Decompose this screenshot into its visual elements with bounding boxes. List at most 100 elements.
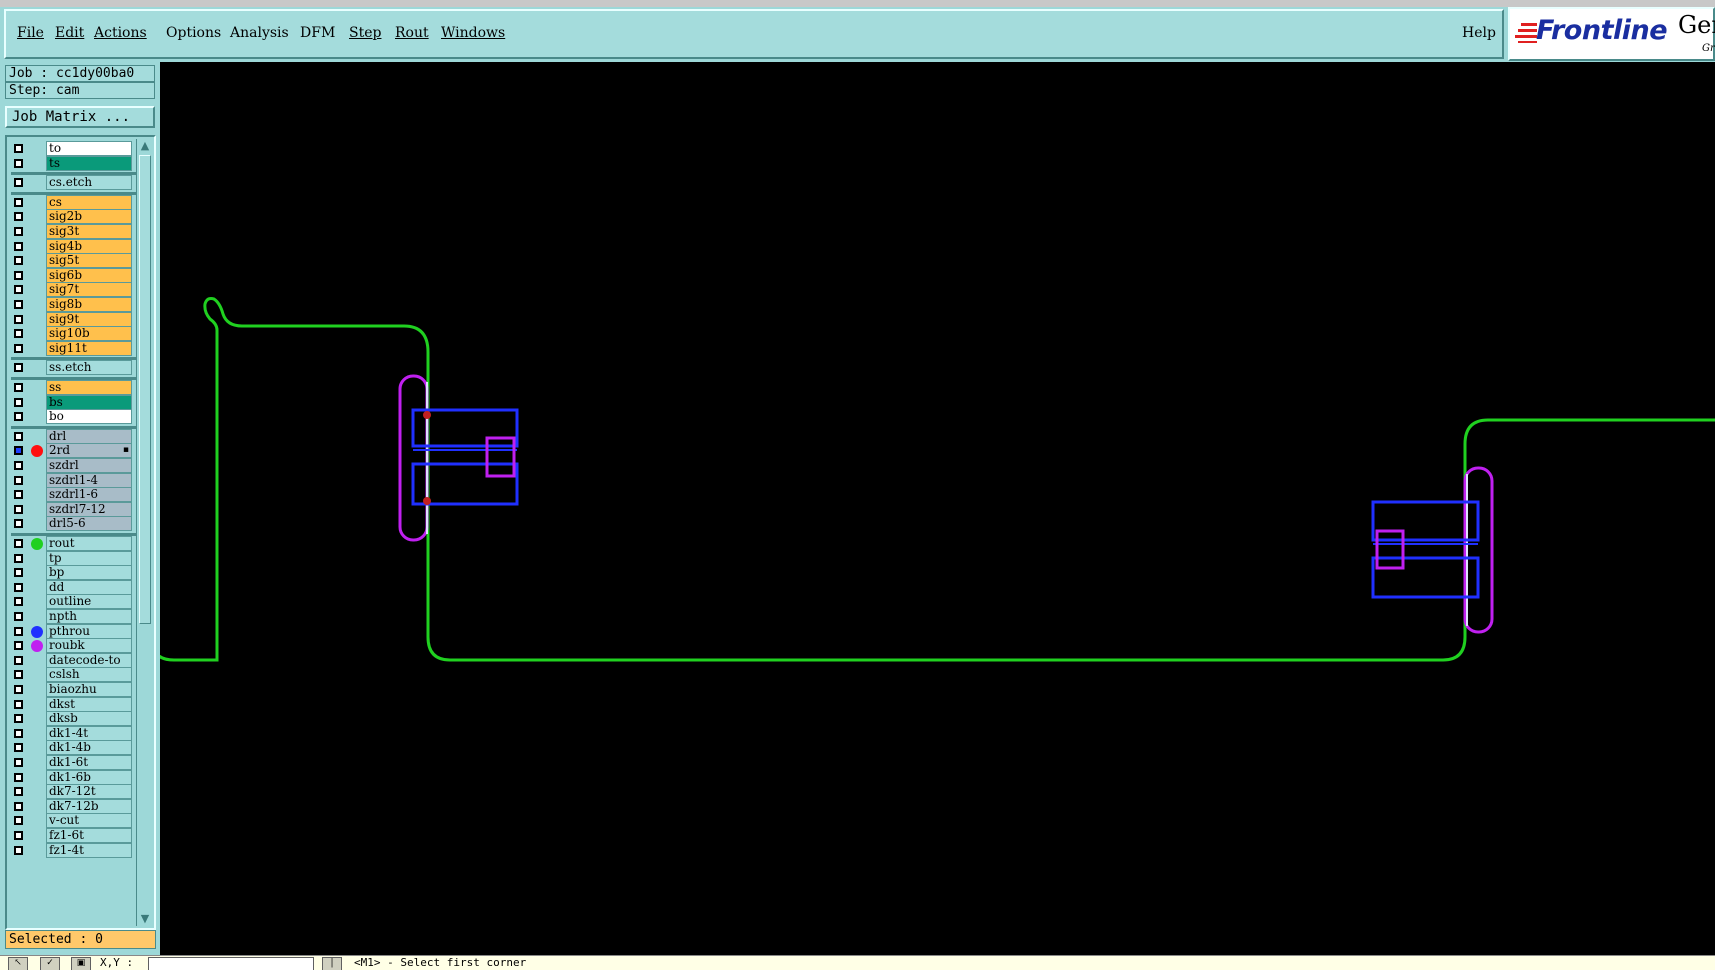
layer-checkbox[interactable] <box>14 178 23 188</box>
layer-name[interactable]: szdrl1-4 <box>46 472 132 488</box>
xy-apply-icon[interactable]: | <box>322 957 342 970</box>
layer-name[interactable]: drl5-6 <box>46 516 132 532</box>
layer-checkbox[interactable] <box>14 285 23 295</box>
layer-checkbox[interactable] <box>14 431 23 441</box>
layer-row-cslsh[interactable]: cslsh <box>9 667 134 683</box>
layer-name[interactable]: ts <box>46 155 132 171</box>
layer-row-szdrl1-6[interactable]: szdrl1-6 <box>9 487 134 503</box>
layer-name[interactable]: dk7-12t <box>46 784 132 800</box>
layer-name[interactable]: ss <box>46 380 132 395</box>
layer-row-pthrou[interactable]: pthrou <box>9 623 134 639</box>
layer-checkbox[interactable] <box>14 343 23 353</box>
layer-row-dd[interactable]: dd <box>9 579 134 595</box>
layer-row-dk7-12b[interactable]: dk7-12b <box>9 798 134 814</box>
layer-checkbox[interactable] <box>14 383 23 392</box>
scroll-down-icon[interactable]: ▼ <box>138 912 152 926</box>
layer-row-biaozhu[interactable]: biaozhu <box>9 682 134 697</box>
layer-checkbox[interactable] <box>14 519 23 529</box>
xy-input[interactable] <box>148 957 314 970</box>
layer-row-v-cut[interactable]: v-cut <box>9 813 134 829</box>
layer-row-sig9t[interactable]: sig9t <box>9 311 134 327</box>
layer-checkbox[interactable] <box>14 582 23 592</box>
layer-row-fz1-4t[interactable]: fz1-4t <box>9 842 134 858</box>
layer-checkbox[interactable] <box>14 504 23 514</box>
layer-name[interactable]: roubk <box>46 638 132 654</box>
layer-checkbox[interactable] <box>14 699 23 709</box>
layer-checkbox[interactable] <box>14 314 23 324</box>
layer-checkbox[interactable] <box>14 329 23 339</box>
layer-checkbox[interactable] <box>14 831 23 840</box>
layer-checkbox[interactable] <box>14 845 23 855</box>
board-drawing[interactable] <box>149 62 1715 955</box>
layer-name[interactable]: v-cut <box>46 813 132 829</box>
layer-checkbox[interactable] <box>14 553 23 563</box>
layer-checkbox[interactable] <box>14 568 23 578</box>
layer-checkbox[interactable] <box>14 412 23 422</box>
layer-name[interactable]: cs <box>46 194 132 210</box>
menu-dfm[interactable]: DFM <box>300 25 335 41</box>
layer-row-cs.etch[interactable]: cs.etch <box>9 175 134 191</box>
layer-row-drl5-6[interactable]: drl5-6 <box>9 516 134 532</box>
layer-checkbox[interactable] <box>14 197 23 207</box>
menu-step[interactable]: Step <box>349 25 381 41</box>
layer-name[interactable]: dksb <box>46 711 132 727</box>
layer-name[interactable]: rout <box>46 536 132 551</box>
layer-scrollbar[interactable]: ▲ ▼ <box>136 139 153 926</box>
layer-name[interactable]: dkst <box>46 696 132 712</box>
layer-name[interactable]: sig4b <box>46 238 132 254</box>
layer-checkbox[interactable] <box>14 241 23 251</box>
layer-name[interactable]: sig6b <box>46 267 132 283</box>
layer-name[interactable]: 2rd ▪ <box>46 443 132 459</box>
layer-row-rout[interactable]: rout <box>9 536 134 551</box>
layer-name[interactable]: szdrl7-12 <box>46 501 132 517</box>
layer-name[interactable]: drl <box>46 428 132 444</box>
layer-checkbox[interactable] <box>14 363 23 373</box>
layer-display-dot-icon[interactable] <box>31 640 43 653</box>
layer-checkbox[interactable] <box>14 461 23 470</box>
layer-row-ss.etch[interactable]: ss.etch <box>9 360 134 376</box>
layer-checkbox[interactable] <box>14 787 23 797</box>
layer-checkbox[interactable] <box>14 714 23 724</box>
layer-name[interactable]: npth <box>46 609 132 624</box>
menu-edit[interactable]: Edit <box>55 25 84 41</box>
layer-name[interactable]: datecode-to <box>46 652 132 668</box>
layer-name[interactable]: to <box>46 141 132 156</box>
layer-name[interactable]: sig10b <box>46 326 132 342</box>
layer-checkbox[interactable] <box>14 641 23 651</box>
layer-row-ss[interactable]: ss <box>9 380 134 395</box>
layer-display-dot-icon[interactable] <box>31 625 43 638</box>
layer-name[interactable]: bp <box>46 565 132 581</box>
layer-row-outline[interactable]: outline <box>9 594 134 610</box>
menu-options[interactable]: Options <box>166 25 221 41</box>
layer-row-sig7t[interactable]: sig7t <box>9 282 134 298</box>
layer-name[interactable]: sig5t <box>46 253 132 269</box>
layer-row-sig8b[interactable]: sig8b <box>9 297 134 312</box>
layer-name[interactable]: sig3t <box>46 224 132 239</box>
layer-row-bs[interactable]: bs <box>9 394 134 410</box>
menu-file[interactable]: File <box>17 25 44 41</box>
layer-name[interactable]: dk1-6b <box>46 769 132 785</box>
layer-row-dk1-6t[interactable]: dk1-6t <box>9 755 134 770</box>
layer-checkbox[interactable] <box>14 212 23 222</box>
layer-name[interactable]: bo <box>46 409 132 425</box>
layer-row-dksb[interactable]: dksb <box>9 711 134 727</box>
layer-name[interactable]: szdrl1-6 <box>46 487 132 503</box>
layer-name[interactable]: szdrl <box>46 458 132 473</box>
layer-checkbox[interactable] <box>14 758 23 767</box>
layer-row-cs[interactable]: cs <box>9 194 134 210</box>
scroll-thumb[interactable] <box>139 155 151 624</box>
layer-checkbox[interactable] <box>14 270 23 280</box>
layer-name[interactable]: cslsh <box>46 667 132 683</box>
layer-display-dot-icon[interactable] <box>31 445 43 458</box>
layer-checkbox[interactable] <box>14 728 23 738</box>
layer-row-sig2b[interactable]: sig2b <box>9 209 134 225</box>
layer-name[interactable]: sig11t <box>46 340 132 356</box>
snap-tool-icon[interactable]: ▣ <box>71 957 91 970</box>
layer-checkbox[interactable] <box>14 743 23 753</box>
layer-name[interactable]: cs.etch <box>46 175 132 191</box>
layer-row-sig5t[interactable]: sig5t <box>9 253 134 269</box>
layer-name[interactable]: sig7t <box>46 282 132 298</box>
layer-checkbox[interactable] <box>14 227 23 236</box>
layer-row-sig4b[interactable]: sig4b <box>9 238 134 254</box>
layer-checkbox[interactable] <box>14 446 23 456</box>
